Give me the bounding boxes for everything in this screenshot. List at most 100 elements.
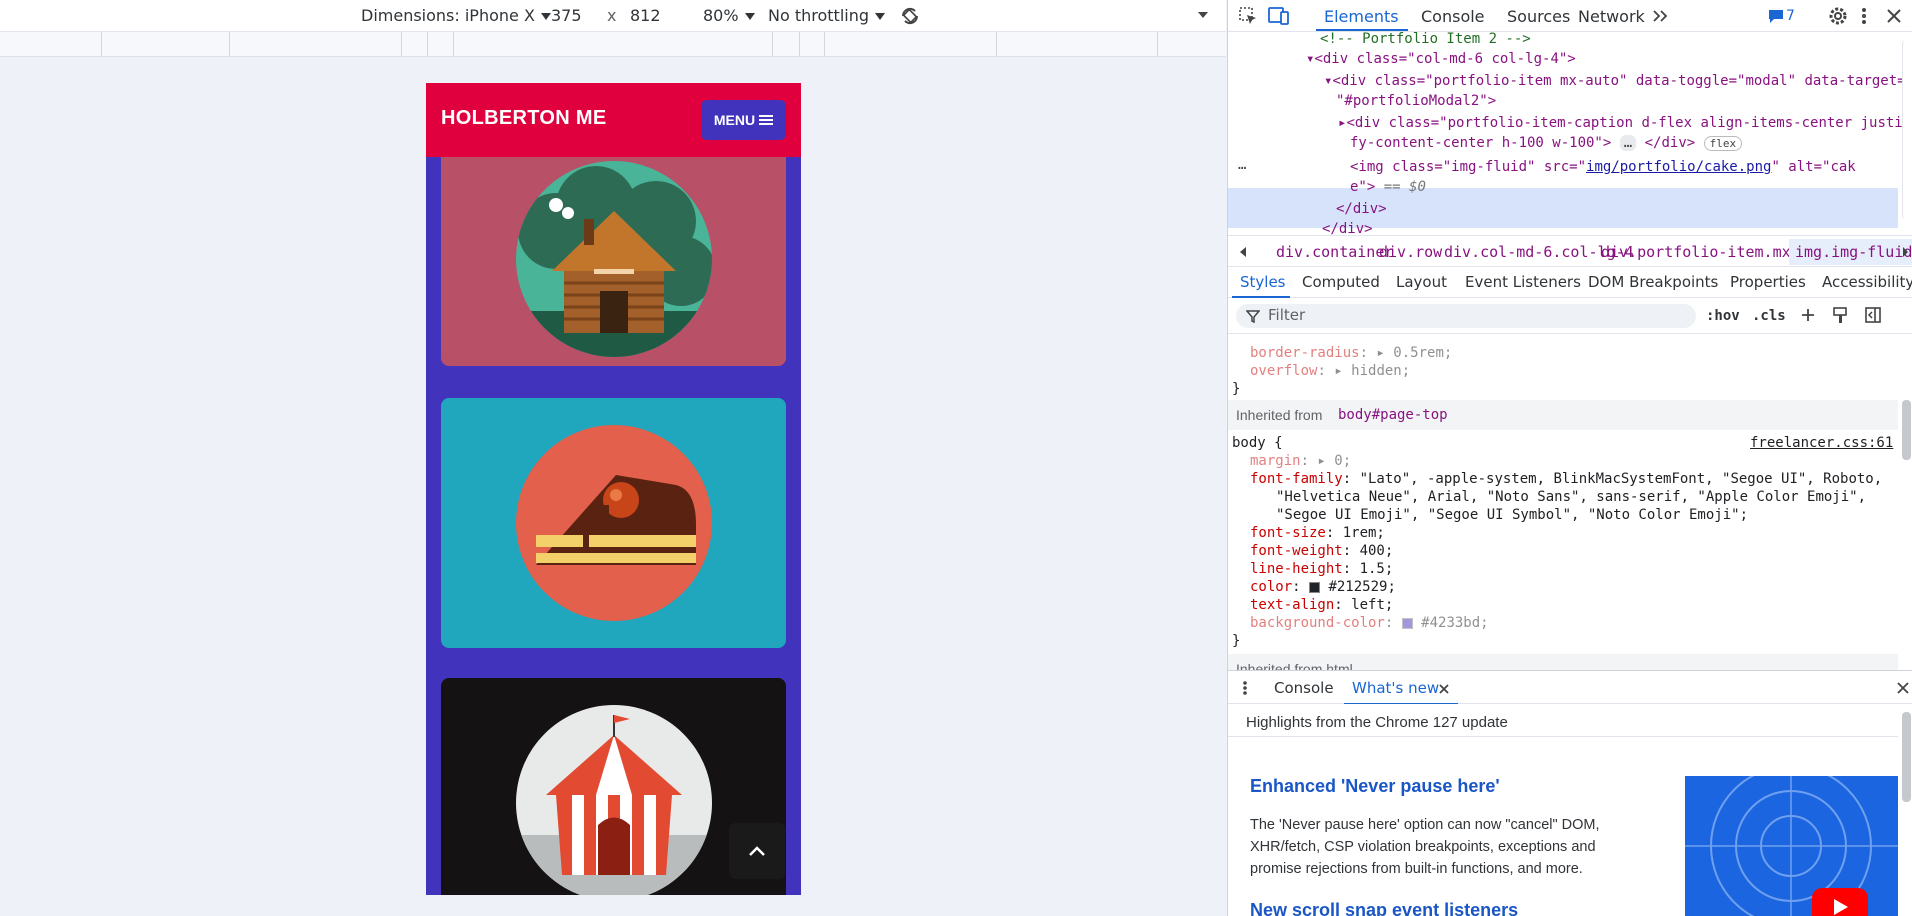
dom-node-img[interactable]: <img class="img-fluid" src="img/portfoli…: [1350, 158, 1856, 176]
dimensions-label: Dimensions: iPhone X: [361, 6, 535, 25]
drawer-menu-icon[interactable]: [1242, 680, 1248, 696]
drawer-scrollbar[interactable]: [1902, 712, 1911, 802]
styles-scrollbar[interactable]: [1902, 400, 1911, 460]
tab-event-listeners[interactable]: Event Listeners: [1465, 273, 1581, 291]
throttling-label: No throttling: [768, 6, 870, 25]
tab-console[interactable]: Console: [1421, 7, 1485, 26]
style-source-link[interactable]: freelancer.css:61: [1750, 434, 1893, 452]
zoom-dropdown[interactable]: 80%: [703, 6, 755, 25]
close-tab-icon[interactable]: [1438, 683, 1450, 695]
style-prop-margin[interactable]: margin: ▸ 0;: [1250, 452, 1351, 470]
prop-name: font-size: [1250, 525, 1326, 541]
prop-value: 0;: [1334, 453, 1352, 469]
breadcrumb-right-icon[interactable]: [1900, 245, 1910, 259]
kebab-menu-icon[interactable]: [1860, 6, 1868, 26]
chevron-down-icon: [875, 13, 886, 20]
dom-node-actions-ellipsis[interactable]: …: [1238, 156, 1246, 174]
style-prop-font-size[interactable]: font-size: 1rem;: [1250, 524, 1385, 542]
issues-count[interactable]: 7: [1786, 8, 1795, 24]
prop-value: left;: [1351, 597, 1394, 613]
cls-toggle[interactable]: .cls: [1752, 308, 1786, 324]
tab-dom-breakpoints[interactable]: DOM Breakpoints: [1588, 273, 1718, 291]
rotate-icon[interactable]: [897, 3, 923, 29]
rule-selector[interactable]: body {: [1232, 434, 1283, 452]
style-prop-line-height[interactable]: line-height: 1.5;: [1250, 560, 1393, 578]
paint-brush-icon[interactable]: [1832, 306, 1848, 324]
dom-node-caption[interactable]: ▸<div class="portfolio-item-caption d-fl…: [1338, 114, 1903, 132]
dom-node-portfolio-item[interactable]: ▾<div class="portfolio-item mx-auto" dat…: [1324, 72, 1906, 90]
height-input[interactable]: 812: [630, 6, 661, 25]
img-src-link[interactable]: img/portfolio/cake.png: [1586, 159, 1771, 175]
settings-gear-icon[interactable]: [1828, 6, 1848, 26]
toggle-sidebar-icon[interactable]: [1864, 306, 1882, 324]
style-prop-background-color[interactable]: background-color: #4233bd;: [1250, 614, 1489, 632]
menu-button[interactable]: MENU: [701, 100, 786, 140]
prop-value: 0.5rem: [1393, 345, 1444, 361]
dom-node-caption-cont: fy-content-center h-100 w-100"> … </div>…: [1350, 134, 1743, 153]
video-thumbnail[interactable]: [1685, 776, 1898, 916]
issues-icon[interactable]: [1768, 9, 1784, 24]
color-swatch[interactable]: [1309, 581, 1321, 593]
tab-properties[interactable]: Properties: [1730, 273, 1806, 291]
more-options-caret-icon[interactable]: [1197, 10, 1209, 20]
more-tabs-icon[interactable]: [1652, 9, 1670, 23]
dom-node-caption-text: <div class="portfolio-item-caption d-fle…: [1346, 115, 1903, 131]
dom-node-col[interactable]: ▾<div class="col-md-6 col-lg-4">: [1306, 50, 1576, 68]
breadcrumb-container[interactable]: div.container: [1276, 243, 1393, 261]
selected-eq-marker: == $0: [1383, 179, 1426, 195]
breadcrumb-row[interactable]: div.row: [1379, 243, 1442, 261]
style-prop-overflow[interactable]: overflow: ▸ hidden;: [1250, 362, 1410, 380]
close-drawer-icon[interactable]: [1896, 681, 1910, 695]
tab-computed[interactable]: Computed: [1302, 273, 1380, 291]
portfolio-item-cake[interactable]: [441, 398, 786, 648]
tab-styles[interactable]: Styles: [1240, 273, 1286, 291]
filter-input[interactable]: Filter: [1236, 304, 1696, 328]
drawer-tab-whats-new[interactable]: What's new: [1352, 679, 1439, 697]
dom-comment[interactable]: <!-- Portfolio Item 2 -->: [1320, 30, 1531, 48]
scroll-to-top-button[interactable]: [729, 823, 785, 879]
chevron-up-icon: [749, 846, 765, 856]
dimensions-dropdown[interactable]: Dimensions: iPhone X: [361, 6, 551, 25]
style-prop-font-family[interactable]: font-family: "Lato", -apple-system, Blin…: [1250, 470, 1882, 488]
article-title-never-pause[interactable]: Enhanced 'Never pause here': [1250, 776, 1500, 797]
menu-label: MENU: [713, 112, 756, 128]
breadcrumb-img[interactable]: img.img-fluid: [1789, 239, 1912, 265]
breadcrumb-left-icon[interactable]: [1236, 245, 1250, 259]
color-swatch[interactable]: [1401, 617, 1413, 629]
divider: [1228, 736, 1898, 737]
tab-sources[interactable]: Sources: [1507, 7, 1570, 26]
tab-layout[interactable]: Layout: [1396, 273, 1447, 291]
devtools-main-tabs: Elements Console Sources Network 7: [1228, 0, 1912, 32]
times-sign: x: [607, 6, 617, 25]
prop-name: overflow: [1250, 363, 1318, 379]
hov-toggle[interactable]: :hov: [1706, 308, 1740, 324]
ellipsis-badge[interactable]: …: [1619, 135, 1637, 151]
rule-close-brace: }: [1232, 381, 1241, 397]
youtube-play-icon[interactable]: [1812, 888, 1868, 916]
prop-name: color: [1250, 579, 1293, 595]
close-devtools-icon[interactable]: [1886, 8, 1902, 24]
inspect-element-icon[interactable]: [1238, 6, 1258, 26]
device-toggle-icon[interactable]: [1268, 6, 1290, 26]
inherited-from-link[interactable]: body#page-top: [1338, 406, 1448, 424]
new-rule-icon[interactable]: [1800, 307, 1818, 325]
style-prop-color[interactable]: color: #212529;: [1250, 578, 1396, 596]
throttling-dropdown[interactable]: No throttling: [768, 6, 886, 25]
device-viewport: HOLBERTON ME MENU: [426, 83, 801, 895]
article-title-scroll-snap[interactable]: New scroll snap event listeners: [1250, 900, 1518, 916]
dom-node-caption-cont-text: fy-content-center h-100 w-100">: [1350, 135, 1612, 151]
drawer-tab-console[interactable]: Console: [1274, 679, 1334, 697]
tab-accessibility[interactable]: Accessibility: [1822, 273, 1912, 291]
style-prop-font-weight[interactable]: font-weight: 400;: [1250, 542, 1393, 560]
brand-logo[interactable]: HOLBERTON ME: [441, 107, 606, 130]
style-prop-text-align[interactable]: text-align: left;: [1250, 596, 1393, 614]
style-prop-border-radius[interactable]: border-radius: ▸ 0.5rem;: [1250, 344, 1452, 362]
dom-scrollbar[interactable]: [1902, 40, 1912, 220]
prop-name: font-family: [1250, 471, 1343, 487]
dom-tree: <!-- Portfolio Item 2 --> ▾<div class="c…: [1228, 30, 1906, 237]
tab-network[interactable]: Network: [1578, 7, 1645, 26]
tab-elements[interactable]: Elements: [1324, 7, 1399, 26]
width-input[interactable]: 375: [551, 6, 582, 25]
flex-badge[interactable]: flex: [1703, 136, 1743, 151]
play-triangle-icon: [1834, 899, 1848, 915]
